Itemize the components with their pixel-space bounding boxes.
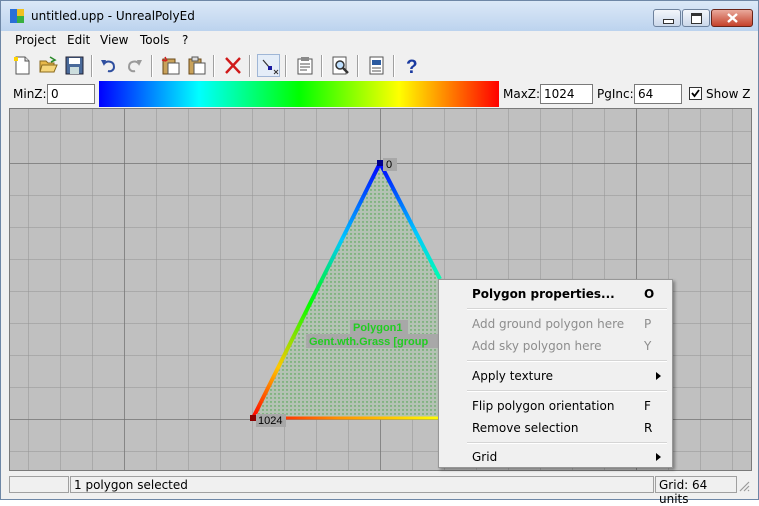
properties-button[interactable] [293, 54, 316, 77]
document-button[interactable] [365, 54, 388, 77]
maximize-button[interactable] [682, 9, 710, 27]
undo-icon [101, 60, 116, 73]
status-selection: 1 polygon selected [70, 476, 654, 493]
menu-item-grid[interactable]: Grid [439, 447, 672, 467]
save-button[interactable] [63, 54, 86, 77]
properties-icon [297, 57, 313, 75]
svg-text:?: ? [406, 57, 418, 75]
menu-tools[interactable]: Tools [140, 33, 170, 47]
menu-item-shortcut: F [644, 399, 651, 413]
status-bar: 1 polygon selected Grid: 64 units [9, 474, 752, 506]
document-icon [369, 56, 384, 75]
minz-input[interactable]: 0 [47, 84, 95, 104]
menu-view[interactable]: View [100, 33, 128, 47]
paste-special-icon [161, 56, 180, 75]
menu-item-flip-orientation[interactable]: Flip polygon orientation F [439, 396, 672, 416]
showz-label[interactable]: Show Z [706, 87, 750, 101]
save-icon [65, 56, 84, 75]
menu-item-shortcut: R [644, 421, 653, 435]
pginc-input[interactable]: 64 [634, 84, 682, 104]
delete-button[interactable] [221, 54, 244, 77]
close-button[interactable] [711, 9, 753, 27]
redo-icon [127, 60, 142, 73]
close-icon [727, 13, 738, 23]
status-grid: Grid: 64 units [655, 476, 737, 506]
z-color-gradient [99, 81, 499, 107]
menu-bar: Project Edit View Tools ? [9, 31, 752, 50]
redo-button[interactable] [123, 54, 146, 77]
zoom-preview-button[interactable] [329, 54, 352, 77]
vertex-label-top: 0 [386, 159, 392, 171]
menu-item-label: Remove selection [472, 421, 579, 435]
open-button[interactable] [37, 54, 60, 77]
undo-button[interactable] [97, 54, 120, 77]
z-range-bar: MinZ: 0 MaxZ: 1024 PgInc: 64 Show Z [9, 81, 752, 107]
showz-checkbox[interactable] [689, 87, 702, 100]
menu-item-polygon-properties[interactable]: Polygon properties... O [439, 284, 672, 304]
pginc-label: PgInc: [597, 87, 634, 101]
menu-item-remove-selection[interactable]: Remove selection R [439, 418, 672, 438]
menu-item-label: Polygon properties... [472, 287, 615, 301]
help-button[interactable]: ? [399, 54, 422, 77]
menu-item-label: Flip polygon orientation [472, 399, 615, 413]
help-icon: ? [406, 57, 418, 75]
menu-project[interactable]: Project [15, 33, 56, 47]
menu-item-add-ground-polygon[interactable]: Add ground polygon here P [439, 314, 672, 334]
submenu-arrow-icon [656, 453, 661, 461]
status-panel-empty [9, 476, 69, 493]
maxz-label: MaxZ: [503, 87, 541, 101]
checkmark-icon [691, 89, 700, 98]
paste-icon [188, 56, 206, 75]
minimize-button[interactable] [653, 9, 681, 27]
menu-item-shortcut: O [644, 287, 655, 301]
menu-item-add-sky-polygon[interactable]: Add sky polygon here Y [439, 336, 672, 356]
menu-item-shortcut: P [644, 317, 652, 331]
select-point-icon [262, 59, 279, 75]
polygon-texture-label: Gent.wth.Grass [group [309, 336, 428, 348]
minimize-icon [663, 19, 674, 24]
vertex-label-bottom: 1024 [258, 415, 282, 427]
app-window: untitled.upp - UnrealPolyEd Project Edit… [0, 0, 759, 506]
delete-icon [225, 57, 241, 74]
window-title: untitled.upp - UnrealPolyEd [31, 9, 195, 23]
menu-item-apply-texture[interactable]: Apply texture [439, 366, 672, 386]
submenu-arrow-icon [656, 372, 661, 380]
menu-item-label: Apply texture [472, 369, 554, 383]
zoom-preview-icon [332, 56, 349, 75]
new-file-icon [14, 56, 30, 75]
maximize-icon [691, 13, 702, 24]
polygon-name-label: Polygon1 [353, 322, 403, 334]
selected-polygon[interactable] [253, 163, 440, 418]
menu-edit[interactable]: Edit [67, 33, 90, 47]
select-point-button[interactable] [257, 54, 280, 77]
vertex-handle-top[interactable] [377, 160, 383, 166]
app-icon [10, 9, 24, 23]
context-menu: Polygon properties... O Add ground polyg… [438, 279, 673, 468]
paste-button[interactable] [185, 54, 208, 77]
resize-grip-icon [739, 481, 750, 492]
menu-item-label: Grid [472, 450, 498, 464]
toolbar: ? [9, 51, 752, 81]
new-button[interactable] [11, 54, 34, 77]
open-folder-icon [39, 56, 58, 73]
paste-special-button[interactable] [159, 54, 182, 77]
vertex-handle-bottom-left[interactable] [250, 415, 256, 421]
minz-label: MinZ: [13, 87, 47, 101]
maxz-input[interactable]: 1024 [540, 84, 593, 104]
title-bar[interactable]: untitled.upp - UnrealPolyEd [1, 1, 758, 31]
menu-item-label: Add sky polygon here [472, 339, 602, 353]
menu-item-shortcut: Y [644, 339, 652, 353]
menu-help[interactable]: ? [182, 33, 188, 47]
menu-item-label: Add ground polygon here [472, 317, 625, 331]
